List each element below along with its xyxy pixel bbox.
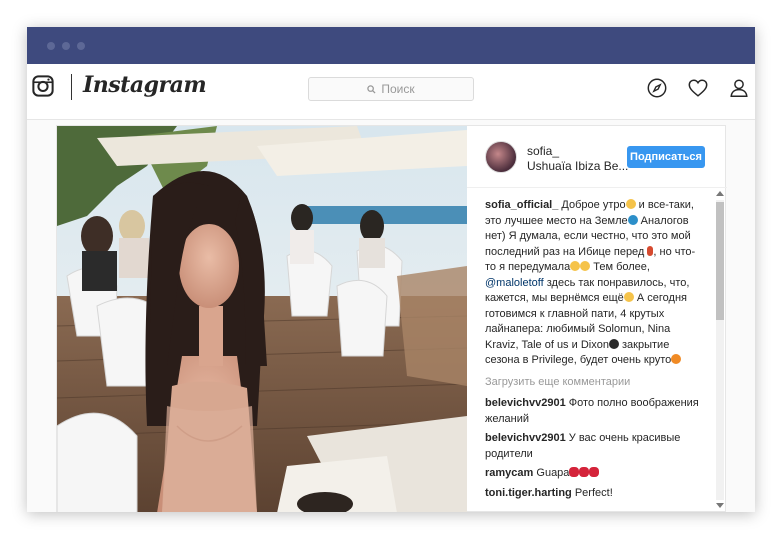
user-icon[interactable] — [728, 77, 750, 99]
post-card: sofia_ Ushuaïa Ibiza Be... Подписаться s… — [56, 125, 727, 512]
party-emoji-icon — [608, 338, 619, 349]
comment-author[interactable]: toni.tiger.harting — [485, 487, 572, 499]
window-titlebar — [27, 27, 755, 64]
window-dot-minimize[interactable] — [62, 42, 70, 50]
heart-icon[interactable] — [687, 77, 709, 99]
comment-author[interactable]: ramycam — [485, 467, 533, 479]
post-caption: sofia_official_ Доброе утро и все-таки, … — [485, 198, 703, 369]
fire-emoji-icon — [671, 354, 682, 364]
scroll-down-arrow-icon[interactable] — [716, 503, 724, 508]
comment-text: Perfect! — [574, 486, 613, 499]
list-item: belevichvv2901 Фото полно воображения же… — [485, 396, 703, 427]
compass-icon[interactable] — [646, 77, 668, 99]
post-location[interactable]: Ushuaïa Ibiza Be... — [527, 159, 628, 173]
laughing-emoji-icon — [570, 261, 581, 271]
comment-text: Guapa — [536, 467, 570, 479]
smirk-emoji-icon — [625, 199, 636, 209]
post-sidebar: sofia_ Ushuaïa Ibiza Be... Подписаться s… — [467, 126, 727, 512]
scrollbar-thumb[interactable] — [716, 202, 724, 320]
comments-scrollbar[interactable] — [713, 188, 727, 512]
top-navigation: Instagram Поиск — [27, 64, 755, 120]
comment-author[interactable]: belevichvv2901 — [485, 397, 566, 409]
caption-author[interactable]: sofia_official_ — [485, 199, 558, 211]
post-photo[interactable] — [57, 126, 467, 512]
avatar[interactable] — [485, 141, 517, 173]
search-icon — [367, 84, 376, 94]
comments-list: sofia_official_ Доброе утро и все-таки, … — [485, 198, 703, 512]
browser-window: Instagram Поиск sofia_ Ushuaïa Ibiza Be.… — [27, 27, 755, 512]
smile-emoji-icon — [623, 292, 634, 302]
caption-text-5: Тем более, — [593, 261, 650, 273]
post-header: sofia_ Ushuaïa Ibiza Be... Подписаться — [467, 126, 727, 188]
instagram-wordmark[interactable]: Instagram — [83, 72, 207, 98]
lips-emoji-icon — [579, 467, 590, 477]
post-username[interactable]: sofia_ — [527, 144, 559, 158]
lips-emoji-icon — [569, 467, 580, 477]
list-item: belevichvv2901 У вас очень красивые роди… — [485, 431, 703, 462]
post-photo-image — [57, 126, 467, 512]
window-dot-close[interactable] — [47, 42, 55, 50]
caption-text-1: Доброе утро — [561, 199, 626, 211]
load-more-comments[interactable]: Загрузить еще комментарии — [485, 375, 703, 391]
search-placeholder: Поиск — [381, 82, 415, 96]
window-dot-maximize[interactable] — [77, 42, 85, 50]
instagram-camera-icon[interactable] — [32, 75, 54, 97]
list-item: toni.tiger.harting Perfect! — [485, 486, 703, 502]
comment-author[interactable]: belevichvv2901 — [485, 432, 566, 444]
lips-emoji-icon — [589, 467, 600, 477]
list-item: ramycam Guapa — [485, 466, 703, 482]
mention-link[interactable]: @maloletoff — [485, 277, 544, 289]
scroll-up-arrow-icon[interactable] — [716, 191, 724, 196]
search-input[interactable]: Поиск — [308, 77, 474, 101]
grinning-emoji-icon — [580, 261, 591, 271]
globe-emoji-icon — [627, 214, 638, 225]
follow-button[interactable]: Подписаться — [627, 146, 705, 168]
logo-divider — [71, 74, 72, 100]
